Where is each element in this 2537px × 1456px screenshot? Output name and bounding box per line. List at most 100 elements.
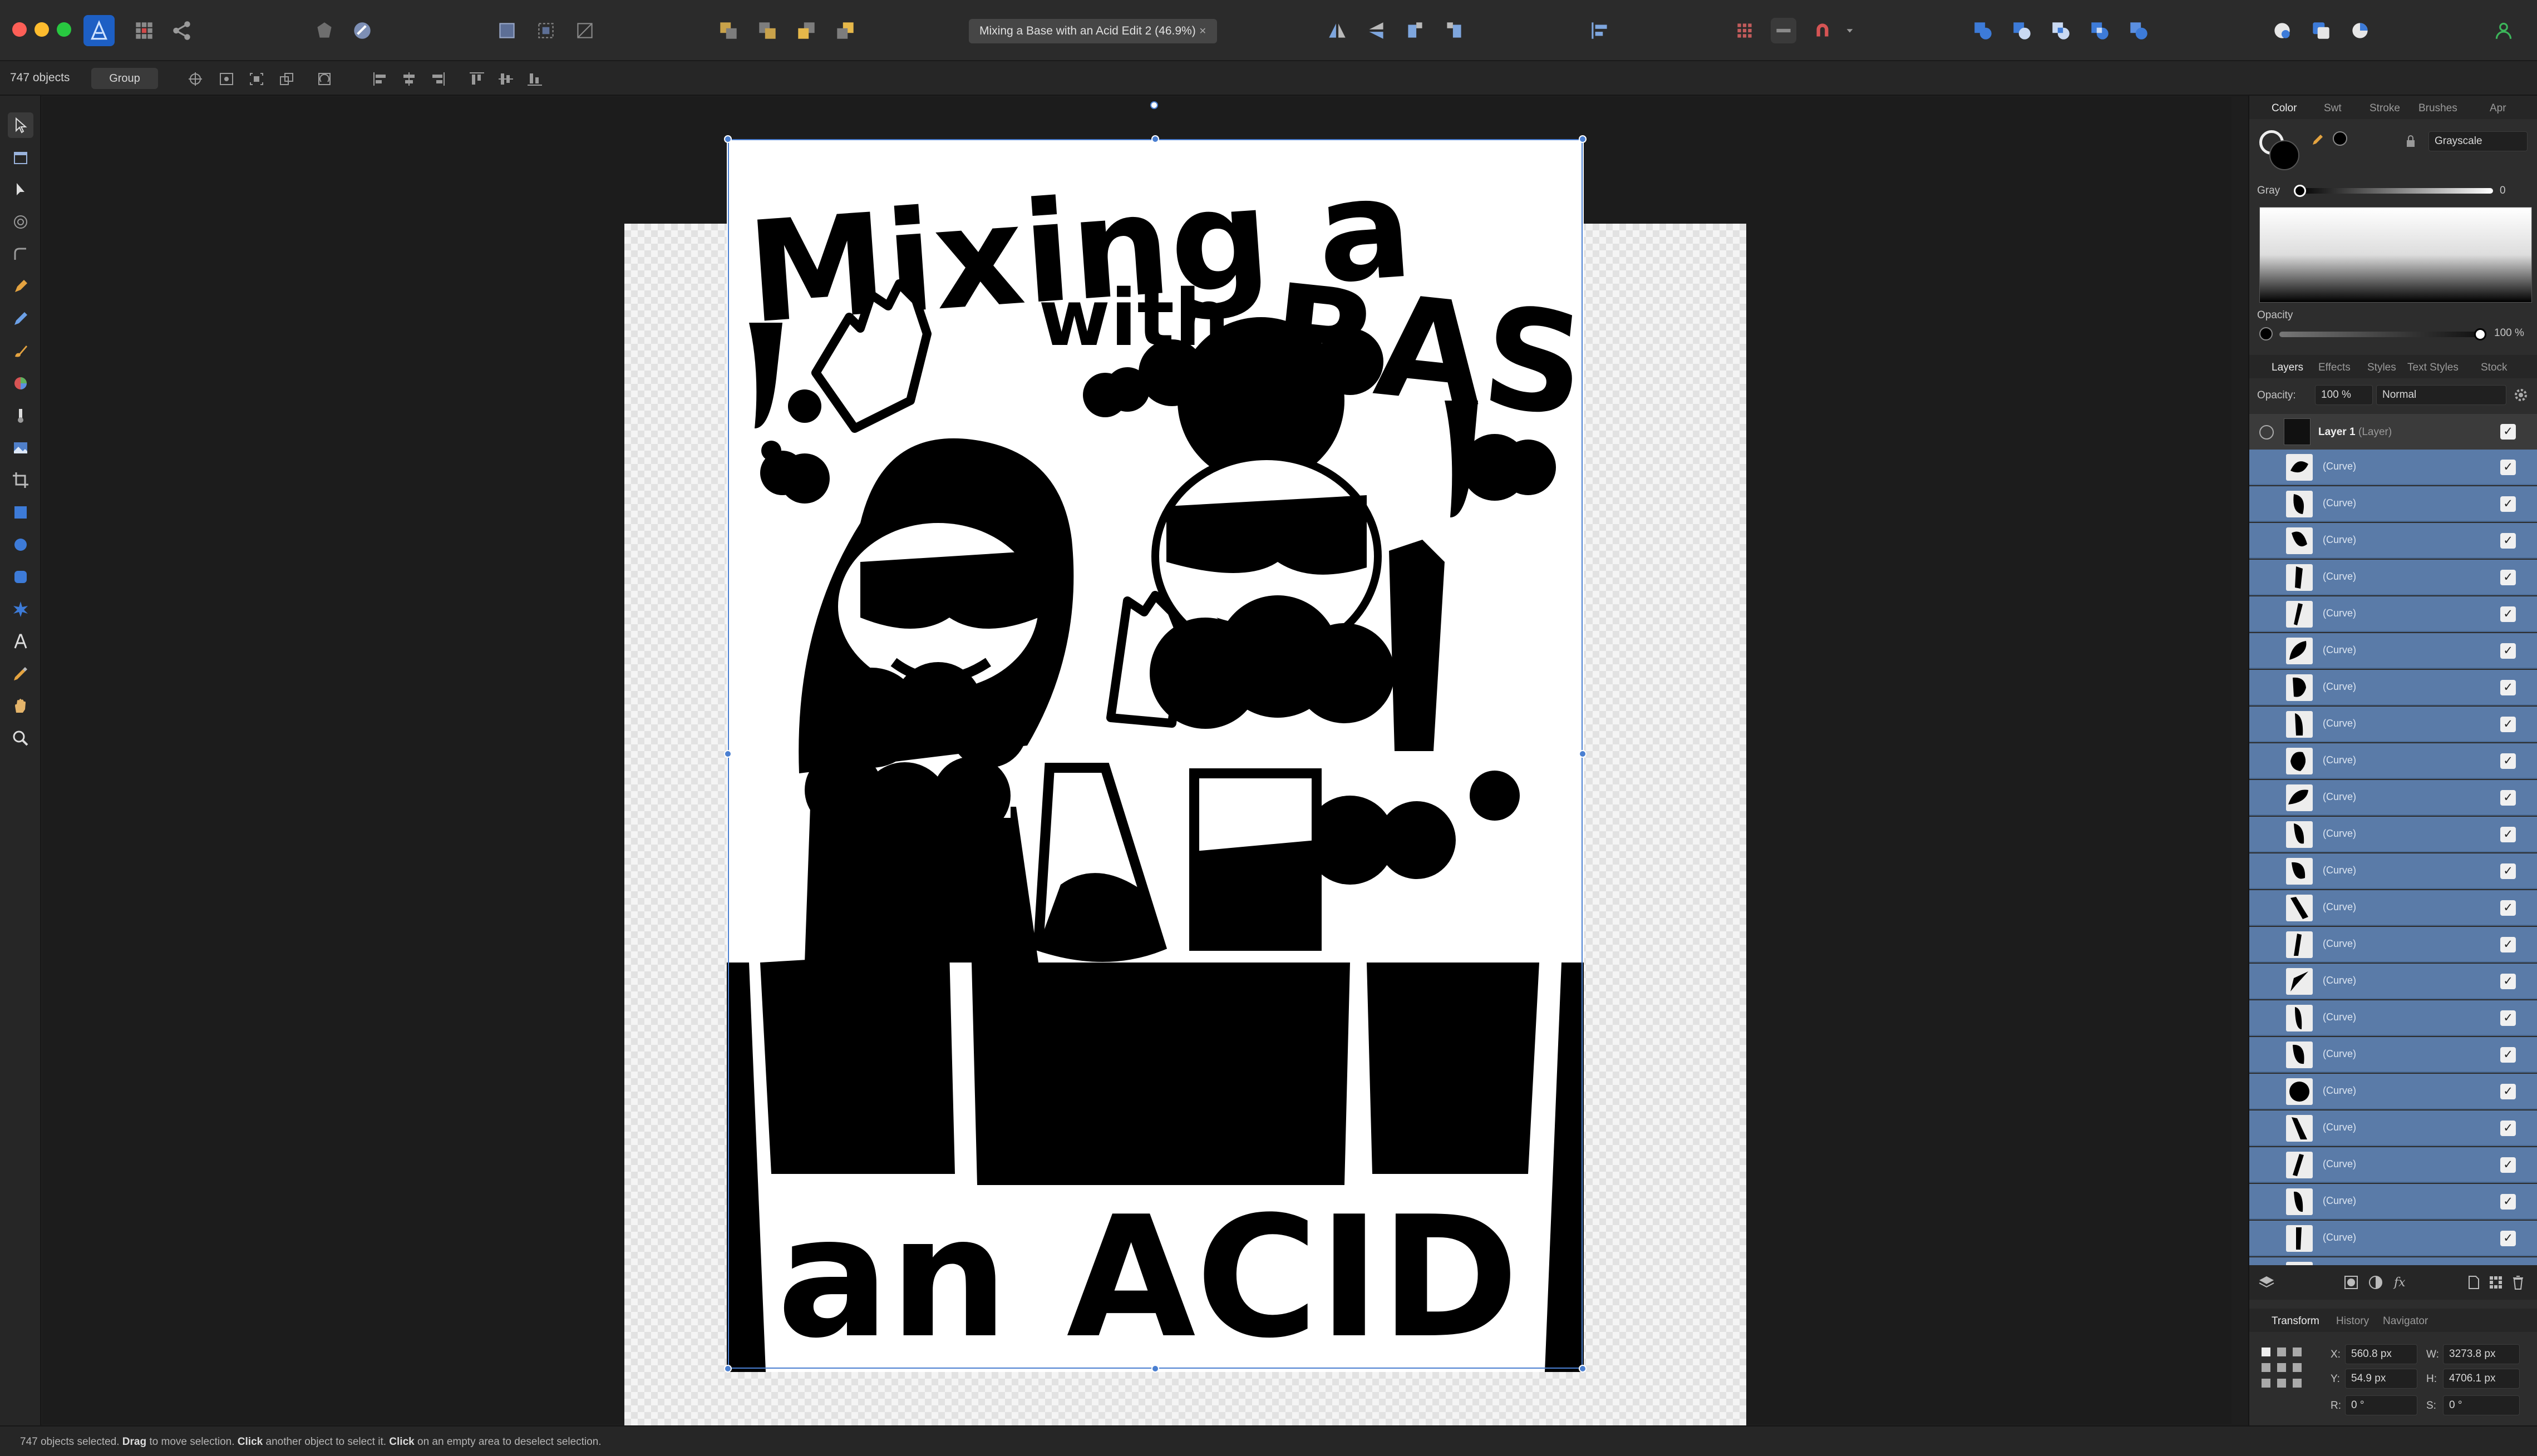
- flip-vertical-icon[interactable]: [1363, 18, 1389, 43]
- curve-visibility-checkbox[interactable]: ✓: [2500, 570, 2516, 585]
- close-tab-icon[interactable]: ✕: [1199, 26, 1206, 37]
- tab-transform[interactable]: Transform: [2272, 1315, 2319, 1327]
- pen-tool-icon[interactable]: [8, 274, 33, 299]
- curve-visibility-checkbox[interactable]: ✓: [2500, 680, 2516, 695]
- fill-stroke-swatch[interactable]: [2259, 130, 2302, 172]
- curve-visibility-checkbox[interactable]: ✓: [2500, 1047, 2516, 1063]
- contour-tool-icon[interactable]: [8, 209, 33, 235]
- move-tool-icon[interactable]: [8, 112, 33, 138]
- gray-slider-thumb[interactable]: [2294, 185, 2306, 197]
- layer-row-curve[interactable]: (Curve) ✓: [2249, 1221, 2537, 1256]
- layer-row-curve[interactable]: (Curve) ✓: [2249, 486, 2537, 522]
- curve-visibility-checkbox[interactable]: ✓: [2500, 1157, 2516, 1173]
- arrange-back-icon[interactable]: [716, 18, 741, 43]
- layer-row-curve[interactable]: (Curve) ✓: [2249, 890, 2537, 926]
- layer-row-curve[interactable]: (Curve) ✓: [2249, 633, 2537, 669]
- tab-text-styles[interactable]: Text Styles: [2407, 362, 2459, 374]
- snapping-grid-icon[interactable]: [1732, 18, 1757, 43]
- y-field[interactable]: 54.9 px: [2345, 1369, 2417, 1389]
- gray-slider[interactable]: [2298, 188, 2493, 194]
- align-icon[interactable]: [1587, 18, 1613, 43]
- rectangle-tool-icon[interactable]: [8, 500, 33, 525]
- align-middle-icon[interactable]: [496, 70, 515, 88]
- document-title-tab[interactable]: Mixing a Base with an Acid Edit 2 (46.9%…: [969, 19, 1217, 43]
- curve-visibility-checkbox[interactable]: ✓: [2500, 974, 2516, 989]
- tab-color[interactable]: Color: [2272, 102, 2297, 115]
- h-field[interactable]: 4706.1 px: [2443, 1369, 2520, 1389]
- layer-settings-gear-icon[interactable]: [2513, 387, 2529, 403]
- layer-row-curve[interactable]: (Curve) ✓: [2249, 780, 2537, 816]
- corner-tool-icon[interactable]: [8, 241, 33, 267]
- arrange-front-icon[interactable]: [832, 18, 858, 43]
- snapping-magnet-icon[interactable]: [1810, 18, 1835, 43]
- align-top-icon[interactable]: [467, 70, 486, 88]
- zoom-tool-icon[interactable]: [8, 725, 33, 751]
- boolean-divide-icon[interactable]: [2126, 18, 2151, 43]
- align-right-icon[interactable]: [428, 70, 447, 88]
- tab-effects[interactable]: Effects: [2318, 362, 2351, 374]
- preferences-icon[interactable]: [349, 18, 375, 43]
- artboard-tool-icon[interactable]: [8, 145, 33, 170]
- anchor-point-selector[interactable]: [2259, 1345, 2304, 1390]
- lock-icon[interactable]: [2405, 135, 2416, 148]
- r-field[interactable]: 0 °: [2345, 1395, 2417, 1415]
- curve-visibility-checkbox[interactable]: ✓: [2500, 460, 2516, 475]
- view-point-icon[interactable]: [217, 70, 236, 88]
- color-picker-icon[interactable]: [2347, 18, 2373, 43]
- layer-row-curve[interactable]: (Curve) ✓: [2249, 853, 2537, 889]
- close-window-button[interactable]: [12, 22, 27, 37]
- curve-visibility-checkbox[interactable]: ✓: [2500, 753, 2516, 769]
- tab-stock[interactable]: Stock: [2481, 362, 2508, 374]
- snapping-dropdown-icon[interactable]: [1843, 18, 1856, 43]
- align-left-icon[interactable]: [371, 70, 390, 88]
- persona-grid-icon[interactable]: [131, 18, 157, 43]
- curve-visibility-checkbox[interactable]: ✓: [2500, 1121, 2516, 1136]
- color-spectrum[interactable]: [2259, 207, 2532, 303]
- layer-row-curve[interactable]: (Curve) ✓: [2249, 1000, 2537, 1036]
- opacity-slider-thumb[interactable]: [2474, 328, 2486, 340]
- layer-row-curve[interactable]: (Curve) ✓: [2249, 596, 2537, 632]
- layer-opacity-field[interactable]: 100 %: [2315, 385, 2373, 405]
- layer-stack-icon[interactable]: [2308, 18, 2334, 43]
- boolean-subtract-icon[interactable]: [2009, 18, 2034, 43]
- share-icon[interactable]: [169, 18, 195, 43]
- opacity-slider[interactable]: [2279, 332, 2480, 337]
- rotate-selection-icon[interactable]: [315, 70, 334, 88]
- tab-history[interactable]: History: [2336, 1315, 2369, 1327]
- curve-visibility-checkbox[interactable]: ✓: [2500, 827, 2516, 842]
- color-picker-tool-icon[interactable]: [8, 661, 33, 687]
- layer-stack-icon[interactable]: [2258, 1274, 2275, 1291]
- layer-row-curve[interactable]: (Curve) ✓: [2249, 670, 2537, 705]
- tab-styles[interactable]: Styles: [2367, 362, 2396, 374]
- layer-row-curve[interactable]: (Curve) ✓: [2249, 1037, 2537, 1073]
- layer-row-curve[interactable]: (Curve) ✓: [2249, 707, 2537, 742]
- ellipse-tool-icon[interactable]: [8, 532, 33, 557]
- curve-visibility-checkbox[interactable]: ✓: [2500, 606, 2516, 622]
- layer-row-curve[interactable]: (Curve) ✓: [2249, 743, 2537, 779]
- layer-row-curve[interactable]: (Curve) ✓: [2249, 1147, 2537, 1183]
- user-account-icon[interactable]: [2491, 18, 2516, 43]
- pencil-tool-icon[interactable]: [8, 306, 33, 332]
- curve-visibility-checkbox[interactable]: ✓: [2500, 533, 2516, 549]
- layer-row-curve[interactable]: (Curve) ✓: [2249, 927, 2537, 963]
- transparency-tool-icon[interactable]: [8, 403, 33, 428]
- rotation-handle[interactable]: [1150, 101, 1158, 109]
- tab-brushes[interactable]: Brushes: [2418, 102, 2457, 115]
- add-layer-icon[interactable]: [2465, 1274, 2482, 1291]
- layer-row-curve[interactable]: (Curve) ✓: [2249, 523, 2537, 559]
- transform-origin-icon[interactable]: [186, 70, 205, 88]
- star-tool-icon[interactable]: [8, 596, 33, 622]
- view-tool-icon[interactable]: [8, 693, 33, 719]
- rounded-rectangle-tool-icon[interactable]: [8, 564, 33, 590]
- fx-icon[interactable]: fx: [2392, 1273, 2411, 1291]
- arrange-backward-icon[interactable]: [755, 18, 780, 43]
- align-bottom-icon[interactable]: [525, 70, 544, 88]
- tab-navigator[interactable]: Navigator: [2383, 1315, 2428, 1327]
- mask-layer-icon[interactable]: [2343, 1274, 2359, 1291]
- rotate-right-icon[interactable]: [1441, 18, 1467, 43]
- layer-row-parent[interactable]: Layer 1 (Layer) ✓: [2249, 414, 2537, 450]
- x-field[interactable]: 560.8 px: [2345, 1344, 2417, 1364]
- tab-swatches[interactable]: Swt: [2324, 102, 2342, 115]
- curve-visibility-checkbox[interactable]: ✓: [2500, 496, 2516, 512]
- w-field[interactable]: 3273.8 px: [2443, 1344, 2520, 1364]
